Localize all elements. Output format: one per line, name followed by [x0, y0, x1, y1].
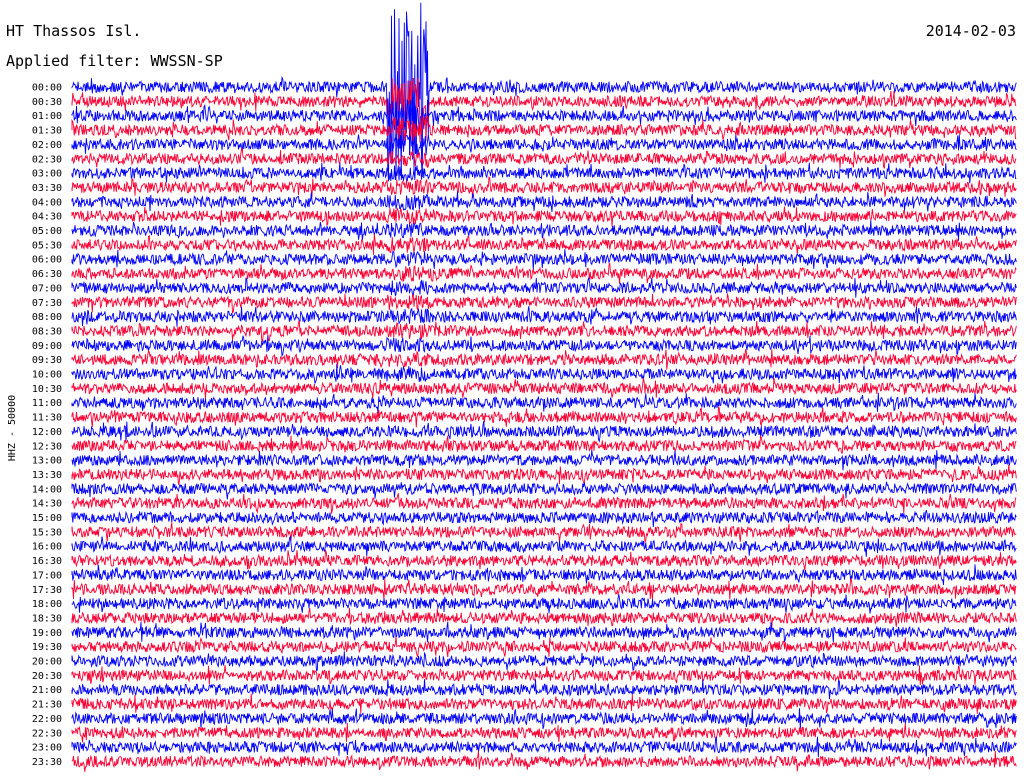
row-time-label: 05:00 [32, 226, 62, 237]
row-time-label: 18:30 [32, 613, 62, 624]
row-time-label: 23:00 [32, 743, 62, 754]
row-time-label: 10:00 [32, 370, 62, 381]
row-time-label: 03:00 [32, 169, 62, 180]
row-time-label: 04:30 [32, 212, 62, 223]
row-time-label: 13:00 [32, 456, 62, 467]
row-time-label: 06:00 [32, 255, 62, 266]
filter-label: Applied filter: WWSSN-SP [6, 52, 223, 70]
row-time-label: 23:30 [32, 757, 62, 768]
row-time-label: 07:30 [32, 298, 62, 309]
row-time-label: 08:00 [32, 312, 62, 323]
row-time-label: 12:00 [32, 427, 62, 438]
row-time-label: 16:00 [32, 542, 62, 553]
helicorder-plot: 00:00 00:30 01:00 01:30 02:00 02:30 03:00 03:30… [0, 0, 1024, 780]
row-time-label: 09:30 [32, 355, 62, 366]
row-time-label: 03:30 [32, 183, 62, 194]
row-time-label: 18:00 [32, 599, 62, 610]
row-time-label: 19:00 [32, 628, 62, 639]
y-axis-label: HHZ - 50000 [7, 395, 18, 461]
row-time-label: 09:00 [32, 341, 62, 352]
row-time-label: 17:00 [32, 570, 62, 581]
row-time-label: 08:30 [32, 326, 62, 337]
station-title: HT Thassos Isl. [6, 22, 141, 40]
row-time-label: 06:30 [32, 269, 62, 280]
row-time-label: 01:00 [32, 111, 62, 122]
row-time-label: 11:00 [32, 398, 62, 409]
row-time-label: 07:00 [32, 283, 62, 294]
row-time-label: 04:00 [32, 197, 62, 208]
row-time-label: 15:30 [32, 527, 62, 538]
row-time-label: 10:30 [32, 384, 62, 395]
row-time-label: 17:30 [32, 585, 62, 596]
row-time-label: 21:30 [32, 700, 62, 711]
row-time-label: 20:30 [32, 671, 62, 682]
row-time-label: 00:00 [32, 83, 62, 94]
row-time-label: 05:30 [32, 240, 62, 251]
row-time-label: 02:30 [32, 154, 62, 165]
row-time-label: 15:00 [32, 513, 62, 524]
row-time-label: 20:00 [32, 657, 62, 668]
row-time-label: 00:30 [32, 97, 62, 108]
row-time-label: 22:00 [32, 714, 62, 725]
row-time-label: 14:00 [32, 484, 62, 495]
row-time-label: 16:30 [32, 556, 62, 567]
row-time-label: 22:30 [32, 728, 62, 739]
row-time-label: 12:30 [32, 441, 62, 452]
row-time-label: 02:00 [32, 140, 62, 151]
row-time-label: 01:30 [32, 126, 62, 137]
row-time-label: 21:00 [32, 685, 62, 696]
row-time-label: 19:30 [32, 642, 62, 653]
row-time-label: 13:30 [32, 470, 62, 481]
row-time-label: 11:30 [32, 413, 62, 424]
date-label: 2014-02-03 [926, 22, 1016, 40]
row-time-label: 14:30 [32, 499, 62, 510]
